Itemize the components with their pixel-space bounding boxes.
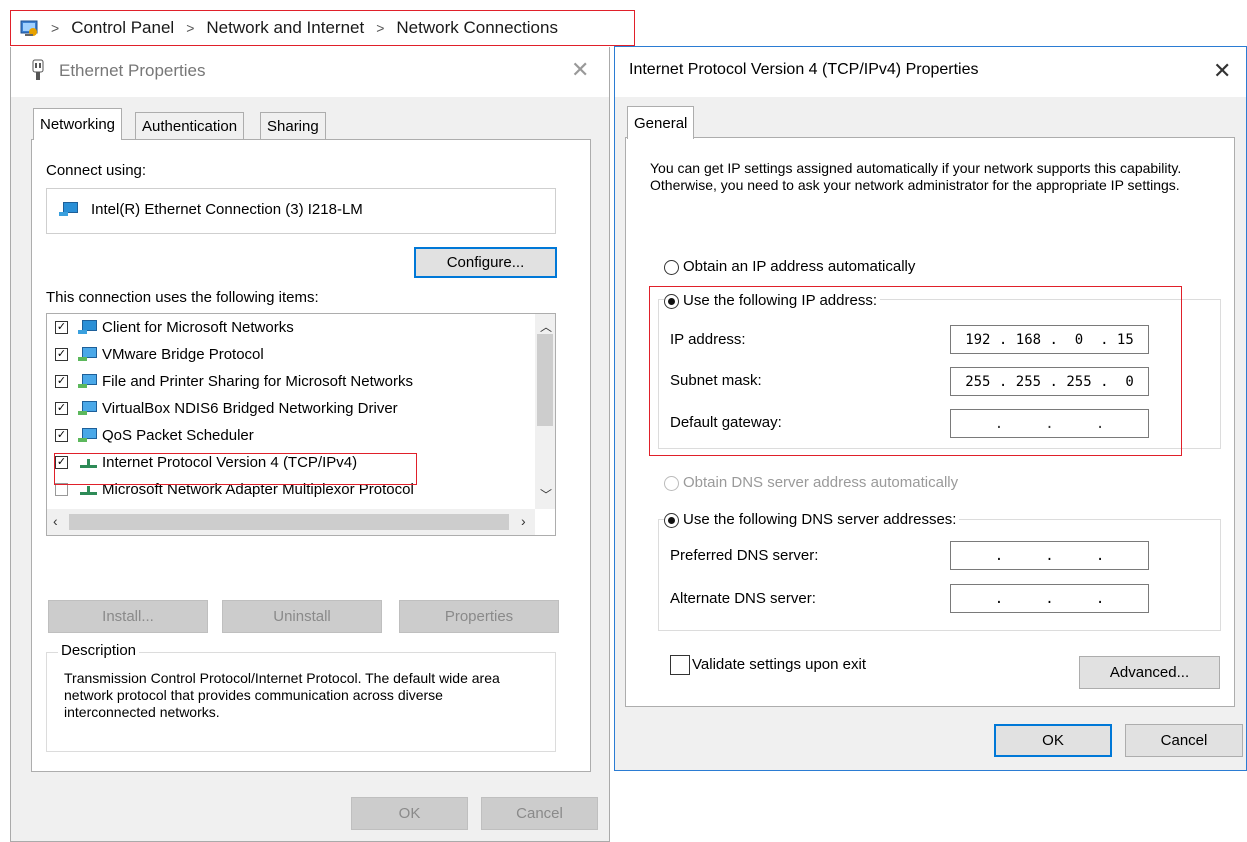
connect-using-label: Connect using: — [46, 162, 147, 179]
list-item[interactable]: ✓ VirtualBox NDIS6 Bridged Networking Dr… — [55, 395, 398, 421]
scroll-thumb[interactable] — [537, 334, 553, 426]
network-client-icon — [78, 319, 98, 335]
validate-option[interactable]: Validate settings upon exit — [670, 655, 866, 675]
tab-sharing[interactable]: Sharing — [260, 112, 326, 140]
scroll-h-thumb[interactable] — [69, 514, 509, 530]
breadcrumb-separator: > — [51, 20, 60, 36]
ethernet-titlebar: Ethernet Properties ✕ — [11, 47, 609, 97]
scroll-right-icon[interactable]: › — [521, 513, 526, 529]
adapter-box: Intel(R) Ethernet Connection (3) I218-LM — [46, 188, 556, 234]
ipv4-cancel-button[interactable]: Cancel — [1125, 724, 1243, 757]
description-text: Transmission Control Protocol/Internet P… — [64, 670, 500, 720]
network-service-icon — [78, 346, 98, 362]
item-label: VirtualBox NDIS6 Bridged Networking Driv… — [102, 399, 398, 417]
checkbox-unchecked-icon[interactable] — [670, 655, 690, 675]
ipv4-ok-label: OK — [1042, 732, 1064, 749]
scroll-up-icon[interactable]: ︿ — [540, 318, 552, 335]
install-button-label: Install... — [102, 608, 154, 625]
checkbox-checked-icon[interactable]: ✓ — [55, 347, 68, 361]
preferred-dns-label: Preferred DNS server: — [670, 547, 819, 564]
obtain-dns-auto-option[interactable]: Obtain DNS server address automatically — [664, 474, 958, 491]
network-service-icon — [78, 373, 98, 389]
checkbox-checked-icon[interactable]: ✓ — [55, 320, 68, 334]
ethernet-ok-label: OK — [398, 805, 421, 822]
list-item[interactable]: ✓ Client for Microsoft Networks — [55, 314, 294, 340]
item-label: Client for Microsoft Networks — [102, 318, 294, 336]
tab-general[interactable]: General — [627, 106, 695, 139]
breadcrumb-network-connections[interactable]: Network Connections — [396, 18, 558, 38]
items-list: ✓ Client for Microsoft Networks ✓ VMware… — [46, 313, 556, 536]
install-button[interactable]: Install... — [48, 600, 208, 633]
vertical-scrollbar[interactable]: ︿ ﹀ — [535, 314, 555, 509]
ipv4-titlebar: Internet Protocol Version 4 (TCP/IPv4) P… — [615, 47, 1246, 97]
tab-networking[interactable]: Networking — [33, 108, 123, 140]
uninstall-button[interactable]: Uninstall — [222, 600, 382, 633]
network-service-icon — [78, 400, 98, 416]
breadcrumb-separator: > — [186, 20, 195, 36]
list-item[interactable]: ✓ File and Printer Sharing for Microsoft… — [55, 368, 413, 394]
dns-group — [658, 519, 1221, 631]
list-item[interactable]: ✓ QoS Packet Scheduler — [55, 422, 254, 448]
items-label: This connection uses the following items… — [46, 289, 319, 306]
highlight-static-ip-group — [649, 286, 1182, 456]
highlight-ipv4-item — [54, 453, 417, 485]
use-dns-label: Use the following DNS server addresses: — [683, 511, 957, 528]
ethernet-ok-button[interactable]: OK — [351, 797, 468, 830]
ethernet-cancel-button[interactable]: Cancel — [481, 797, 598, 830]
advanced-button[interactable]: Advanced... — [1079, 656, 1220, 689]
tab-general-label: General — [634, 114, 688, 132]
ethernet-title: Ethernet Properties — [59, 61, 206, 80]
breadcrumb-separator: > — [376, 20, 385, 36]
ethernet-properties-dialog: Ethernet Properties ✕ Networking Authent… — [10, 47, 610, 842]
tab-networking-label: Networking — [40, 116, 116, 133]
properties-button[interactable]: Properties — [399, 600, 559, 633]
ethernet-cancel-label: Cancel — [516, 805, 563, 822]
alternate-dns-input[interactable]: . . . — [950, 584, 1149, 613]
item-label: VMware Bridge Protocol — [102, 345, 264, 363]
item-label: File and Printer Sharing for Microsoft N… — [102, 372, 413, 390]
radio-on-icon[interactable] — [664, 512, 679, 528]
ipv4-title: Internet Protocol Version 4 (TCP/IPv4) P… — [629, 61, 979, 78]
breadcrumb: > Control Panel > Network and Internet >… — [10, 10, 635, 46]
radio-off-icon[interactable] — [664, 259, 679, 275]
checkbox-checked-icon[interactable]: ✓ — [55, 401, 68, 415]
properties-button-label: Properties — [444, 608, 514, 625]
tab-authentication[interactable]: Authentication — [135, 112, 245, 140]
tab-sharing-label: Sharing — [267, 118, 319, 135]
configure-button[interactable]: Configure... — [414, 247, 557, 278]
network-adapter-icon — [59, 201, 83, 217]
breadcrumb-control-panel[interactable]: Control Panel — [71, 18, 174, 38]
item-label: QoS Packet Scheduler — [102, 426, 254, 444]
use-dns-option[interactable]: Use the following DNS server addresses: — [664, 511, 960, 528]
ipv4-ok-button[interactable]: OK — [994, 724, 1112, 757]
ethernet-adapter-icon — [31, 59, 45, 85]
description-title: Description — [58, 642, 140, 659]
network-service-icon — [78, 427, 98, 443]
list-item[interactable]: ✓ VMware Bridge Protocol — [55, 341, 264, 367]
breadcrumb-network-and-internet[interactable]: Network and Internet — [206, 18, 364, 38]
alternate-dns-label: Alternate DNS server: — [670, 590, 816, 607]
intro-text: You can get IP settings assigned automat… — [650, 160, 1182, 193]
preferred-dns-input[interactable]: . . . — [950, 541, 1149, 570]
adapter-name: Intel(R) Ethernet Connection (3) I218-LM — [91, 201, 363, 218]
ipv4-close-icon[interactable]: ✕ — [1213, 58, 1231, 84]
horizontal-scrollbar[interactable]: ‹ › — [47, 509, 535, 535]
scroll-down-icon[interactable]: ﹀ — [540, 486, 552, 503]
advanced-button-label: Advanced... — [1109, 664, 1190, 681]
control-panel-icon — [19, 18, 41, 38]
obtain-ip-auto-option[interactable]: Obtain an IP address automatically — [664, 258, 915, 275]
obtain-dns-auto-label: Obtain DNS server address automatically — [683, 474, 959, 491]
checkbox-checked-icon[interactable]: ✓ — [55, 374, 68, 388]
validate-label: Validate settings upon exit — [692, 655, 867, 673]
radio-disabled-icon[interactable] — [664, 475, 679, 491]
uninstall-button-label: Uninstall — [273, 608, 331, 625]
scroll-left-icon[interactable]: ‹ — [53, 513, 58, 529]
ethernet-close-icon[interactable]: ✕ — [571, 57, 589, 83]
ipv4-cancel-label: Cancel — [1160, 732, 1208, 749]
configure-button-label: Configure... — [446, 254, 525, 271]
tab-authentication-label: Authentication — [142, 118, 238, 135]
checkbox-checked-icon[interactable]: ✓ — [55, 428, 68, 442]
obtain-ip-auto-label: Obtain an IP address automatically — [683, 258, 916, 275]
